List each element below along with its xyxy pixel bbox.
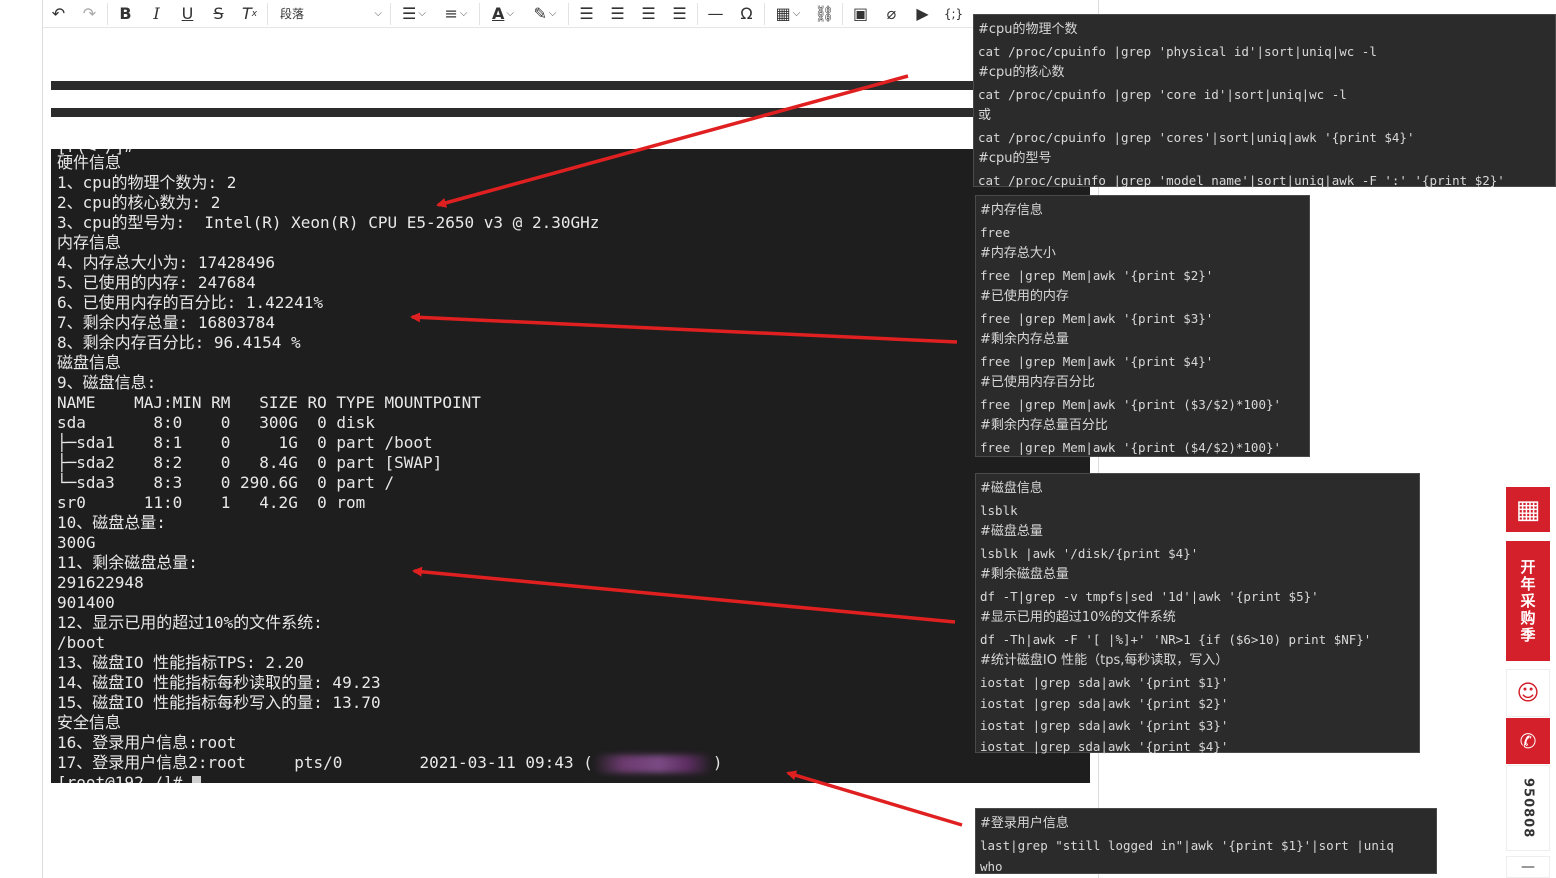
arrow-login (786, 770, 963, 827)
customer-service-button[interactable]: ☺ (1506, 669, 1550, 717)
qr-code-button[interactable]: ▦ (1506, 487, 1550, 532)
minus-icon: — (1521, 859, 1535, 875)
arrow-disk (412, 566, 956, 624)
back-to-top-button[interactable]: — (1506, 856, 1550, 878)
phone-number-panel: 950808 (1506, 765, 1550, 851)
qr-code-icon: ▦ (1515, 494, 1541, 525)
phone-button[interactable]: ✆ (1506, 718, 1550, 764)
smile-icon: ☺ (1516, 680, 1540, 706)
arrow-cpu (436, 74, 909, 208)
promo-button[interactable]: 开年采购季 (1506, 541, 1550, 661)
phone-icon: ✆ (1519, 729, 1537, 753)
annotation-arrows (410, 74, 963, 827)
promo-label: 开年采购季 (1518, 558, 1537, 644)
arrow-memory (410, 312, 958, 344)
phone-number: 950808 (1520, 777, 1536, 839)
